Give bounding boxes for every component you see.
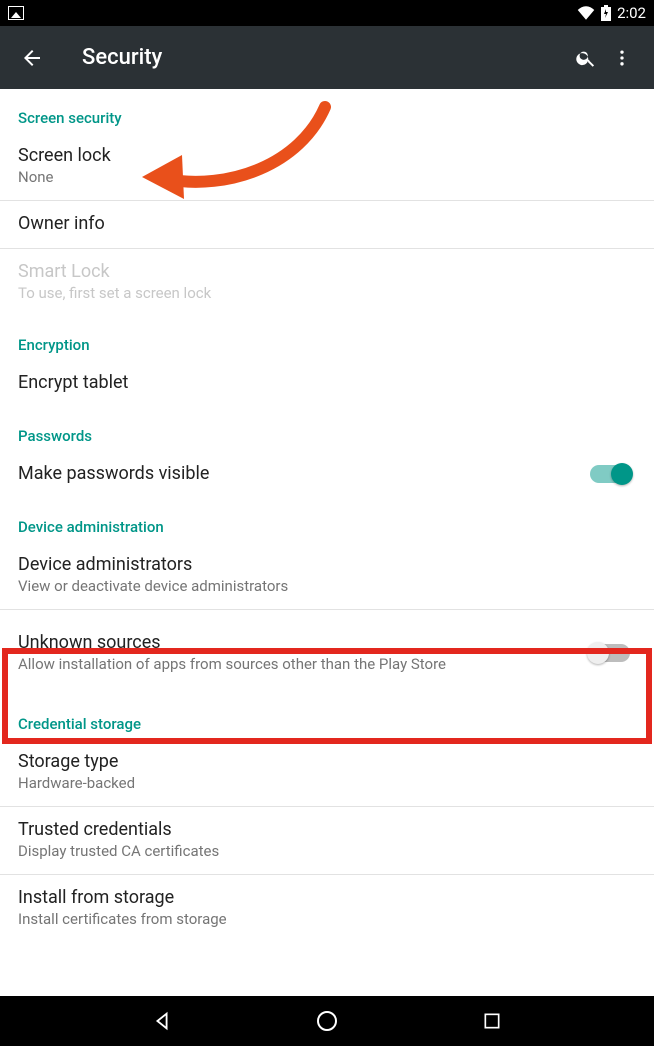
circle-home-icon xyxy=(315,1009,339,1033)
row-title: Device administrators xyxy=(18,554,636,575)
wifi-icon xyxy=(577,6,595,20)
row-subtitle: To use, first set a screen lock xyxy=(18,284,636,302)
row-title: Screen lock xyxy=(18,145,636,166)
search-button[interactable] xyxy=(568,40,604,76)
status-bar: 2:02 xyxy=(0,0,654,26)
back-button[interactable] xyxy=(14,40,50,76)
row-unknown-sources[interactable]: Unknown sources Allow installation of ap… xyxy=(0,610,654,695)
row-owner-info[interactable]: Owner info xyxy=(0,201,654,248)
row-title: Unknown sources xyxy=(18,632,590,653)
nav-home-button[interactable] xyxy=(307,1001,347,1041)
section-header-screen-security: Screen security xyxy=(0,89,654,133)
screenshot-indicator-icon xyxy=(8,6,24,20)
row-title: Trusted credentials xyxy=(18,819,636,840)
nav-back-button[interactable] xyxy=(142,1001,182,1041)
section-header-credential-storage: Credential storage xyxy=(0,695,654,739)
status-time: 2:02 xyxy=(617,4,646,22)
row-title: Owner info xyxy=(18,213,636,234)
arrow-back-icon xyxy=(20,46,44,70)
square-recents-icon xyxy=(482,1011,502,1031)
row-install-from-storage[interactable]: Install from storage Install certificate… xyxy=(0,875,654,942)
triangle-back-icon xyxy=(151,1010,173,1032)
row-encrypt-tablet[interactable]: Encrypt tablet xyxy=(0,360,654,407)
row-make-passwords-visible[interactable]: Make passwords visible xyxy=(0,451,654,498)
row-title: Make passwords visible xyxy=(18,463,590,484)
row-smart-lock: Smart Lock To use, first set a screen lo… xyxy=(0,249,654,316)
search-icon xyxy=(575,47,597,69)
more-vert-icon xyxy=(612,48,632,68)
nav-recents-button[interactable] xyxy=(472,1001,512,1041)
row-subtitle: Hardware-backed xyxy=(18,774,636,792)
row-screen-lock[interactable]: Screen lock None xyxy=(0,133,654,200)
page-title: Security xyxy=(82,45,162,70)
toggle-passwords-visible[interactable] xyxy=(590,465,630,483)
row-subtitle: Display trusted CA certificates xyxy=(18,842,636,860)
overflow-menu-button[interactable] xyxy=(604,40,640,76)
row-title: Storage type xyxy=(18,751,636,772)
section-header-encryption: Encryption xyxy=(0,316,654,360)
row-storage-type[interactable]: Storage type Hardware-backed xyxy=(0,739,654,806)
row-subtitle: Install certificates from storage xyxy=(18,910,636,928)
row-subtitle: Allow installation of apps from sources … xyxy=(18,655,590,673)
row-subtitle: View or deactivate device administrators xyxy=(18,577,636,595)
section-header-device-admin: Device administration xyxy=(0,498,654,542)
section-header-passwords: Passwords xyxy=(0,407,654,451)
row-subtitle: None xyxy=(18,168,636,186)
toggle-unknown-sources[interactable] xyxy=(590,644,630,662)
row-trusted-credentials[interactable]: Trusted credentials Display trusted CA c… xyxy=(0,807,654,874)
settings-content[interactable]: Screen security Screen lock None Owner i… xyxy=(0,89,654,996)
row-title: Install from storage xyxy=(18,887,636,908)
app-bar: Security xyxy=(0,26,654,89)
navigation-bar xyxy=(0,996,654,1046)
battery-icon xyxy=(601,5,611,21)
row-title: Smart Lock xyxy=(18,261,636,282)
row-title: Encrypt tablet xyxy=(18,372,636,393)
row-device-administrators[interactable]: Device administrators View or deactivate… xyxy=(0,542,654,609)
